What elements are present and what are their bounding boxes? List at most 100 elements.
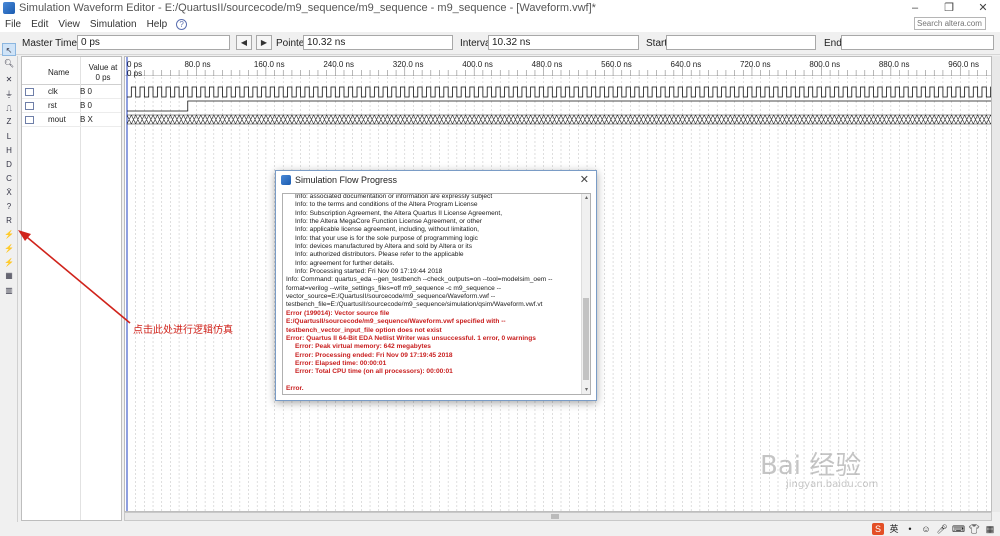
- restore-button[interactable]: ❐: [932, 0, 966, 16]
- time-toolbar: Master Time Bar: 0 ps ◀ ▶ Pointer: 10.32…: [0, 33, 1000, 55]
- log-line: E:/QuartusII/sourcecode/m9_sequence/Wave…: [286, 318, 506, 326]
- log-text: Info: associated documentation or inform…: [286, 193, 576, 393]
- horizontal-scrollbar[interactable]: [124, 512, 992, 521]
- close-button[interactable]: ✕: [966, 0, 1000, 16]
- signal-value: B X: [80, 115, 93, 124]
- signal-name: mout: [48, 115, 66, 124]
- microphone-icon[interactable]: 🎤︎: [936, 523, 948, 535]
- dialog-title: Simulation Flow Progress: [295, 175, 398, 185]
- dialog-close-button[interactable]: ✕: [580, 173, 589, 186]
- grid-icon[interactable]: ▦: [984, 523, 996, 535]
- rst-waveform: [127, 100, 991, 112]
- forcing-unknown-icon[interactable]: ✕: [2, 73, 16, 86]
- log-line: Info: Processing started: Fri Nov 09 17:…: [295, 268, 443, 276]
- log-line: testbench_vector_input_file option does …: [286, 326, 442, 334]
- forcing-high-icon[interactable]: ⎍: [2, 102, 16, 115]
- log-line: Info: to the terms and conditions of the…: [295, 201, 478, 209]
- log-line: Info: the Altera MegaCore Function Licen…: [295, 218, 482, 226]
- help-icon[interactable]: ?: [176, 18, 188, 30]
- keyboard-icon[interactable]: ⌨: [952, 523, 965, 535]
- log-line: Info: devices manufactured by Altera and…: [295, 243, 473, 251]
- system-tray: S 英 • ☺ 🎤︎ ⌨ 👕︎ ▦: [872, 523, 996, 535]
- log-line: Error: Quartus II 64-Bit EDA Netlist Wri…: [286, 334, 536, 342]
- log-line: vector_source=E:/QuartusII/sourcecode/m9…: [286, 293, 496, 301]
- weak-high-icon[interactable]: H: [2, 144, 16, 157]
- signal-name: rst: [48, 101, 57, 110]
- language-indicator[interactable]: 英: [888, 523, 900, 535]
- annotation-text: 点击此处进行逻辑仿真: [133, 325, 233, 336]
- log-line: Info: Command: quartus_eda --gen_testben…: [286, 276, 553, 284]
- pointer-field[interactable]: 10.32 ns: [303, 35, 453, 50]
- punctuation-icon[interactable]: •: [904, 523, 916, 535]
- signal-row[interactable]: clk B 0: [22, 85, 121, 99]
- status-bar: S 英 • ☺ 🎤︎ ⌨ 👕︎ ▦: [0, 522, 1000, 536]
- log-line: Info: that your use is for the sole purp…: [295, 234, 478, 242]
- search-input[interactable]: [914, 17, 986, 30]
- menu-simulation[interactable]: Simulation: [90, 19, 137, 30]
- mout-waveform: [126, 114, 991, 125]
- signal-table-header: Name Value at 0 ps: [22, 57, 121, 85]
- menu-view[interactable]: View: [58, 19, 80, 30]
- count-value-icon[interactable]: X̄: [2, 186, 16, 199]
- dialog-title-bar: Simulation Flow Progress ✕: [276, 171, 596, 189]
- watermark-logo: Bai 经验: [760, 451, 862, 481]
- menu-file[interactable]: File: [5, 19, 21, 30]
- selection-tool-icon[interactable]: ↖: [2, 43, 16, 56]
- dialog-scroll-thumb[interactable]: [583, 298, 589, 380]
- dont-care-icon[interactable]: D: [2, 158, 16, 171]
- forcing-low-icon[interactable]: ⏚: [2, 88, 16, 101]
- app-icon: [3, 2, 15, 14]
- start-field[interactable]: [666, 35, 816, 50]
- log-line: Info: authorized distributors. Please re…: [295, 251, 464, 259]
- log-line: Error (199014): Vector source file: [286, 309, 390, 317]
- scroll-up-icon[interactable]: ▴: [583, 194, 590, 201]
- clk-waveform: [127, 86, 991, 98]
- window-controls: – ❐ ✕: [898, 0, 1000, 16]
- menu-bar: File Edit View Simulation Help ?: [0, 16, 1000, 32]
- log-line: Error: Elapsed time: 00:00:01: [295, 359, 387, 367]
- master-time-bar-field[interactable]: 0 ps: [77, 35, 230, 50]
- log-line: Error: Processing ended: Fri Nov 09 17:1…: [295, 351, 453, 359]
- log-line: testbench_file=E:/QuartusII/sourcecode/m…: [286, 301, 543, 309]
- end-field[interactable]: [841, 35, 994, 50]
- log-line: Error: Peak virtual memory: 642 megabyte…: [295, 343, 431, 351]
- value-column-header: Value at 0 ps: [88, 63, 118, 82]
- signal-name: clk: [48, 87, 58, 96]
- scroll-thumb[interactable]: [551, 514, 559, 519]
- output-pin-icon: [25, 116, 34, 124]
- watermark: Bai 经验 jingyan.baidu.com: [760, 445, 960, 505]
- prev-transition-button[interactable]: ◀: [236, 35, 252, 50]
- signal-row[interactable]: rst B 0: [22, 99, 121, 113]
- ime-icon[interactable]: S: [872, 523, 884, 535]
- app-icon: [281, 175, 291, 185]
- emoji-icon[interactable]: ☺: [920, 523, 932, 535]
- log-line: Info: associated documentation or inform…: [295, 193, 493, 200]
- window-title: Simulation Waveform Editor - E:/QuartusI…: [19, 2, 596, 14]
- log-line: Error: Total CPU time (on all processors…: [295, 368, 453, 376]
- log-line: Info: agreement for further details.: [295, 259, 395, 267]
- vertical-scrollbar[interactable]: [992, 56, 1000, 512]
- log-line: Info: applicable license agreement, incl…: [295, 226, 479, 234]
- title-bar: Simulation Waveform Editor - E:/QuartusI…: [0, 0, 1000, 16]
- annotation-arrow: [18, 230, 131, 324]
- scroll-down-icon[interactable]: ▾: [583, 386, 590, 393]
- overwrite-clock-icon[interactable]: ?: [2, 200, 16, 213]
- signal-row[interactable]: mout B X: [22, 113, 121, 127]
- minimize-button[interactable]: –: [898, 0, 932, 16]
- shirt-icon[interactable]: 👕︎: [968, 523, 980, 535]
- simulation-flow-progress-dialog: Simulation Flow Progress ✕ Info: associa…: [275, 170, 597, 401]
- dialog-scrollbar[interactable]: ▴ ▾: [581, 194, 590, 394]
- invert-icon[interactable]: C: [2, 172, 16, 185]
- weak-low-icon[interactable]: L: [2, 130, 16, 143]
- log-line: Error.: [286, 384, 304, 392]
- signal-value: B 0: [80, 101, 93, 110]
- menu-edit[interactable]: Edit: [31, 19, 48, 30]
- high-impedance-icon[interactable]: Z: [2, 115, 16, 128]
- next-transition-button[interactable]: ▶: [256, 35, 272, 50]
- interval-field[interactable]: 10.32 ns: [488, 35, 639, 50]
- name-column-header: Name: [48, 68, 70, 77]
- menu-help[interactable]: Help: [147, 19, 168, 30]
- zoom-tool-icon[interactable]: 🔍︎: [2, 57, 16, 70]
- dialog-log[interactable]: Info: associated documentation or inform…: [282, 193, 591, 395]
